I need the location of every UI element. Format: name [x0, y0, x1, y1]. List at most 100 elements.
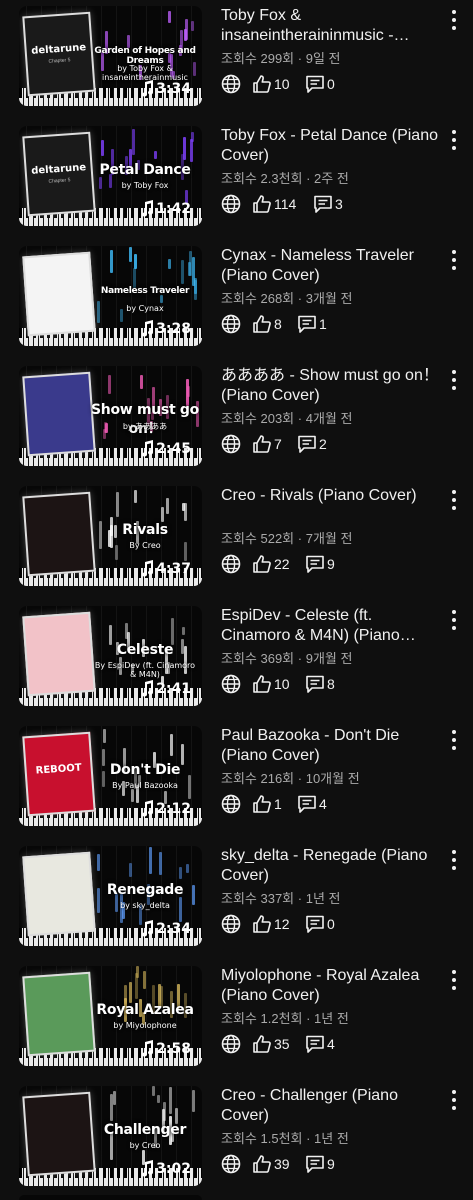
video-row[interactable]: Show must go on！ by ああああ 2:45 ああああ - Sho…	[0, 360, 473, 480]
comment-count: 4	[319, 796, 327, 812]
video-meta: 조회수 299회 · 9일 전	[221, 51, 341, 66]
like-count: 12	[274, 916, 290, 932]
falling-note	[131, 789, 134, 802]
more-vert-icon[interactable]	[446, 8, 462, 32]
video-title[interactable]: Toby Fox & insaneintheraininmusic - Gard…	[221, 6, 439, 46]
falling-note	[134, 254, 137, 269]
view-count: 조회수 337회	[221, 891, 295, 906]
album-art-title	[26, 402, 90, 406]
video-thumbnail[interactable]: Celeste By EspiDev (ft. Cinamoro & M4N) …	[19, 606, 202, 706]
video-title[interactable]: EspiDev - Celeste (ft. Cinamoro & M4N) (…	[221, 606, 439, 646]
video-row[interactable]: Renegade by sky_delta 2:34 sky_delta - R…	[0, 840, 473, 960]
comment-icon	[306, 675, 324, 693]
thumbs-up-icon	[253, 555, 271, 573]
video-title[interactable]: Paul Bazooka - Don't Die (Piano Cover)	[221, 726, 439, 766]
video-thumbnail[interactable]: Royal Azalea by Miyolophone 2:58	[19, 966, 202, 1066]
more-vert-icon[interactable]	[446, 128, 462, 152]
globe-icon	[221, 674, 241, 694]
music-note-icon	[142, 1160, 154, 1177]
album-art-subtitle: Chapter 5	[48, 57, 71, 65]
comment-icon	[306, 1155, 324, 1173]
comment-icon	[314, 195, 332, 213]
video-stats: 12 0	[221, 912, 451, 936]
falling-note	[110, 250, 113, 273]
video-row[interactable]: Royal Azalea by Miyolophone 2:58 Miyolop…	[0, 960, 473, 1080]
video-title[interactable]: Miyolophone - Royal Azalea (Piano Cover)	[221, 966, 439, 1006]
video-row[interactable]: REBOOT Don't Die By Paul Bazooka 2:12 Pa…	[0, 720, 473, 840]
falling-note	[184, 29, 187, 41]
next-thumbnail-peek[interactable]	[19, 1195, 202, 1200]
thumbnail-song-title: Don't Die	[109, 762, 181, 778]
falling-note	[160, 295, 163, 303]
album-art: deltarune Chapter 5	[22, 131, 96, 217]
more-vert-icon[interactable]	[446, 248, 462, 272]
video-title[interactable]: Toby Fox - Petal Dance (Piano Cover)	[221, 126, 439, 166]
falling-note	[110, 1094, 113, 1121]
album-art-subtitle	[27, 536, 91, 540]
thumbnail-artist: By EspiDev (ft. Cinamoro & M4N)	[94, 661, 196, 679]
video-meta: 조회수 1.5천회 · 1년 전	[221, 1131, 349, 1146]
comment-count: 4	[327, 1036, 335, 1052]
video-thumbnail[interactable]: deltarune Chapter 5 Garden of Hopes and …	[19, 6, 202, 106]
falling-note	[181, 260, 184, 284]
thumbnail-artist: by Cynax	[126, 304, 164, 313]
video-title[interactable]: Cynax - Nameless Traveler (Piano Cover)	[221, 246, 439, 286]
video-stats: 8 1	[221, 312, 451, 336]
view-count: 조회수 1.5천회	[221, 1131, 303, 1146]
album-art-subtitle	[27, 1016, 91, 1020]
thumbs-up-icon	[253, 675, 271, 693]
video-thumbnail[interactable]: deltarune Chapter 5 Petal Dance by Toby …	[19, 126, 202, 226]
album-art	[22, 491, 96, 577]
more-vert-icon[interactable]	[446, 848, 462, 872]
music-note-icon	[142, 200, 154, 217]
video-title[interactable]: Creo - Challenger (Piano Cover)	[221, 1086, 439, 1126]
video-meta: 조회수 203회 · 4개월 전	[221, 411, 353, 426]
video-meta: 조회수 522회 · 7개월 전	[221, 531, 353, 546]
falling-note	[159, 852, 162, 875]
globe-icon	[221, 1154, 241, 1174]
video-title[interactable]: Creo - Rivals (Piano Cover)	[221, 486, 439, 506]
falling-note	[161, 507, 164, 522]
video-row[interactable]: deltarune Chapter 5 Garden of Hopes and …	[0, 0, 473, 120]
more-vert-icon[interactable]	[446, 368, 462, 392]
upload-age: 2주 전	[314, 171, 349, 186]
thumbnail-artist: By Paul Bazooka	[112, 781, 178, 790]
comment-icon	[306, 915, 324, 933]
video-title[interactable]: ああああ - Show must go on！(Piano Cover)	[221, 366, 439, 406]
video-thumbnail[interactable]: Renegade by sky_delta 2:34	[19, 846, 202, 946]
more-vert-icon[interactable]	[446, 1088, 462, 1112]
like-count: 39	[274, 1156, 290, 1172]
more-vert-icon[interactable]	[446, 488, 462, 512]
comment-count: 2	[319, 436, 327, 452]
video-thumbnail[interactable]: REBOOT Don't Die By Paul Bazooka 2:12	[19, 726, 202, 826]
thumbnail-artist: By Creo	[129, 541, 161, 550]
thumbs-up-icon	[253, 195, 271, 213]
thumbnail-artist: by sky_delta	[120, 901, 170, 910]
video-row[interactable]: Challenger by Creo 3:02 Creo - Challenge…	[0, 1080, 473, 1200]
more-vert-icon[interactable]	[446, 608, 462, 632]
music-note-icon	[142, 320, 154, 337]
video-thumbnail[interactable]: Rivals By Creo 4:37	[19, 486, 202, 586]
thumbs-up-icon	[253, 915, 271, 933]
video-thumbnail[interactable]: Challenger by Creo 3:02	[19, 1086, 202, 1186]
video-row[interactable]: deltarune Chapter 5 Petal Dance by Toby …	[0, 120, 473, 240]
album-art-subtitle	[27, 896, 91, 900]
video-stats: 10 8	[221, 672, 451, 696]
video-thumbnail[interactable]: Nameless Traveler by Cynax 3:28	[19, 246, 202, 346]
video-row[interactable]: Rivals By Creo 4:37 Creo - Rivals (Piano…	[0, 480, 473, 600]
upload-age: 3개월 전	[305, 291, 353, 306]
like-count: 8	[274, 316, 282, 332]
falling-note	[170, 734, 173, 756]
album-art-title	[26, 642, 90, 646]
video-row[interactable]: Celeste By EspiDev (ft. Cinamoro & M4N) …	[0, 600, 473, 720]
more-vert-icon[interactable]	[446, 728, 462, 752]
like-count: 10	[274, 676, 290, 692]
video-row[interactable]: Nameless Traveler by Cynax 3:28 Cynax - …	[0, 240, 473, 360]
video-thumbnail[interactable]: Show must go on！ by ああああ 2:45	[19, 366, 202, 466]
falling-note	[182, 503, 185, 511]
view-count: 조회수 203회	[221, 411, 295, 426]
thumbnail-artist: by Toby Fox	[121, 181, 169, 190]
more-vert-icon[interactable]	[446, 968, 462, 992]
video-title[interactable]: sky_delta - Renegade (Piano Cover)	[221, 846, 439, 886]
video-stats: 22 9	[221, 552, 451, 576]
